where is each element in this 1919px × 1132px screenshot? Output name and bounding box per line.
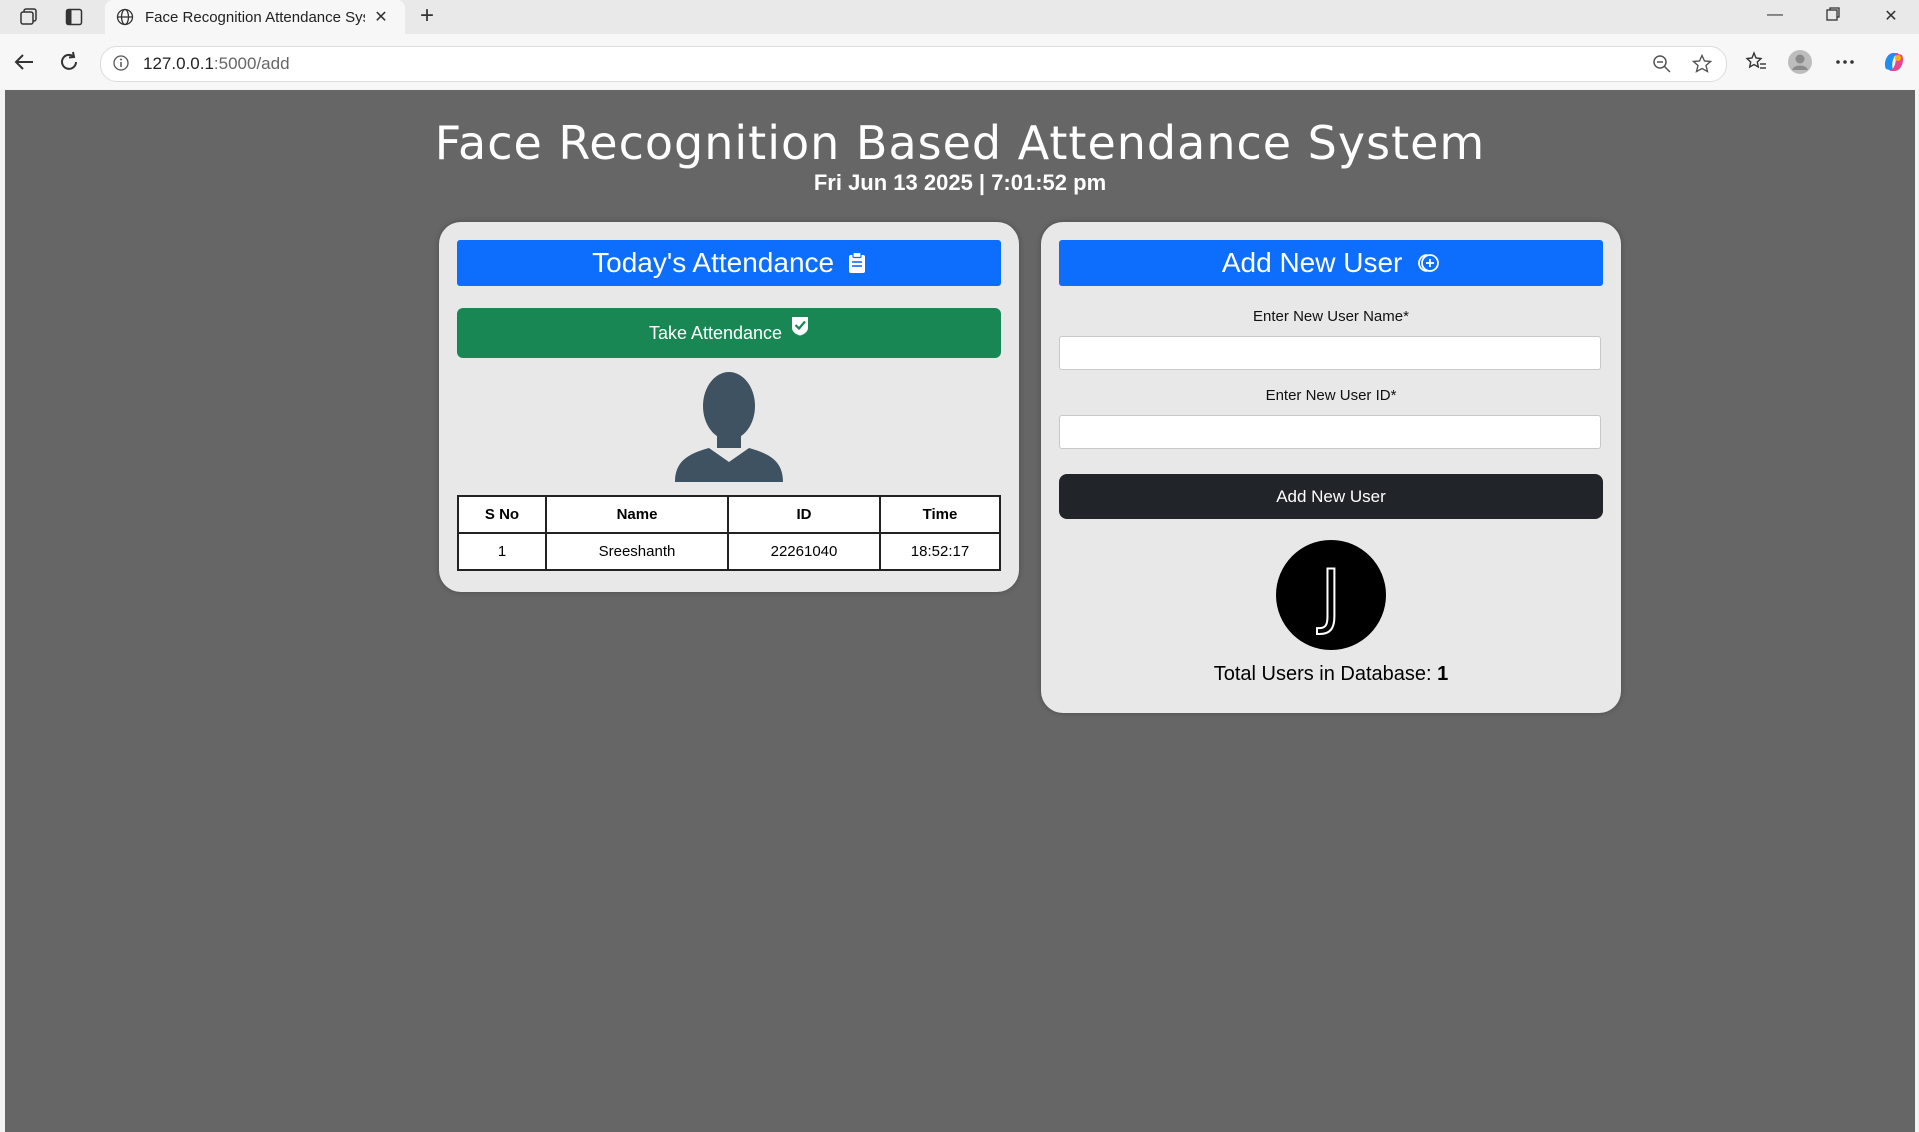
cell-time: 18:52:17 xyxy=(879,532,1001,571)
browser-toolbar: 127.0.0.1:5000/add xyxy=(0,34,1919,89)
add-user-card-header: Add New User xyxy=(1059,240,1603,286)
new-tab-icon[interactable]: + xyxy=(414,4,440,30)
reload-icon[interactable] xyxy=(55,48,83,76)
user-name-label: Enter New User Name* xyxy=(1253,308,1409,325)
cell-name: Sreeshanth xyxy=(545,532,729,571)
browser-tab-bar: Face Recognition Attendance Syst ✕ + — ✕ xyxy=(0,0,1919,34)
cell-id: 22261040 xyxy=(727,532,881,571)
date-time-display: Fri Jun 13 2025 | 7:01:52 pm xyxy=(813,170,1107,195)
check-shield-icon xyxy=(791,305,809,355)
clipboard-icon xyxy=(848,242,866,288)
address-bar[interactable]: 127.0.0.1:5000/add xyxy=(100,46,1727,82)
globe-icon xyxy=(115,7,135,27)
avatar-letter: J xyxy=(1317,555,1342,637)
favorites-icon[interactable] xyxy=(1742,48,1770,76)
user-name-input[interactable] xyxy=(1059,336,1601,370)
column-header: Time xyxy=(879,495,1001,534)
zoom-out-icon[interactable] xyxy=(1651,53,1673,75)
attendance-card-header: Today's Attendance xyxy=(457,240,1001,286)
user-id-input[interactable] xyxy=(1059,415,1601,449)
page-title: Face Recognition Based Attendance System xyxy=(434,116,1486,170)
add-new-user-button[interactable]: Add New User xyxy=(1059,474,1603,519)
user-avatar-logo: J xyxy=(1276,540,1386,650)
more-menu-icon[interactable] xyxy=(1831,48,1859,76)
close-tab-icon[interactable]: ✕ xyxy=(371,7,391,27)
tab-title: Face Recognition Attendance Syst xyxy=(145,8,365,26)
attendance-card: Today's Attendance Take Attendance S No … xyxy=(439,222,1019,592)
copilot-icon[interactable] xyxy=(1880,48,1908,76)
close-window-icon[interactable]: ✕ xyxy=(1876,6,1906,28)
add-user-card: Add New User Enter New User Name* Enter … xyxy=(1041,222,1621,713)
attendance-table: S No Name ID Time 1 Sreeshanth 22261040 … xyxy=(457,495,1001,571)
workspaces-icon[interactable] xyxy=(18,6,40,28)
page-viewport: Face Recognition Based Attendance System… xyxy=(5,90,1915,1132)
column-header: Name xyxy=(545,495,729,534)
restore-icon[interactable] xyxy=(1818,6,1848,28)
tab-actions-icon[interactable] xyxy=(63,6,85,28)
total-users-text: Total Users in Database: 1 xyxy=(1041,663,1621,686)
table-row: 1 Sreeshanth 22261040 18:52:17 xyxy=(457,532,1001,571)
site-info-icon[interactable] xyxy=(113,55,129,71)
favorite-star-icon[interactable] xyxy=(1691,53,1713,75)
profile-avatar-icon[interactable] xyxy=(1786,48,1814,76)
minimize-icon[interactable]: — xyxy=(1760,6,1790,28)
take-attendance-label: Take Attendance xyxy=(648,323,783,343)
back-icon[interactable] xyxy=(10,48,38,76)
user-id-label: Enter New User ID* xyxy=(1265,387,1397,404)
add-circle-icon xyxy=(1416,242,1440,288)
browser-tab[interactable]: Face Recognition Attendance Syst ✕ xyxy=(105,0,405,34)
attendance-header-label: Today's Attendance xyxy=(592,247,835,278)
total-users-label: Total Users in Database: xyxy=(1213,663,1432,685)
column-header: ID xyxy=(727,495,881,534)
table-header-row: S No Name ID Time xyxy=(457,495,1001,534)
take-attendance-button[interactable]: Take Attendance xyxy=(457,308,1001,358)
column-header: S No xyxy=(457,495,547,534)
user-silhouette-icon xyxy=(671,370,787,482)
url-text[interactable]: 127.0.0.1:5000/add xyxy=(143,54,290,74)
add-user-header-label: Add New User xyxy=(1221,247,1403,278)
cell-sno: 1 xyxy=(457,532,547,571)
total-users-count: 1 xyxy=(1437,663,1449,685)
